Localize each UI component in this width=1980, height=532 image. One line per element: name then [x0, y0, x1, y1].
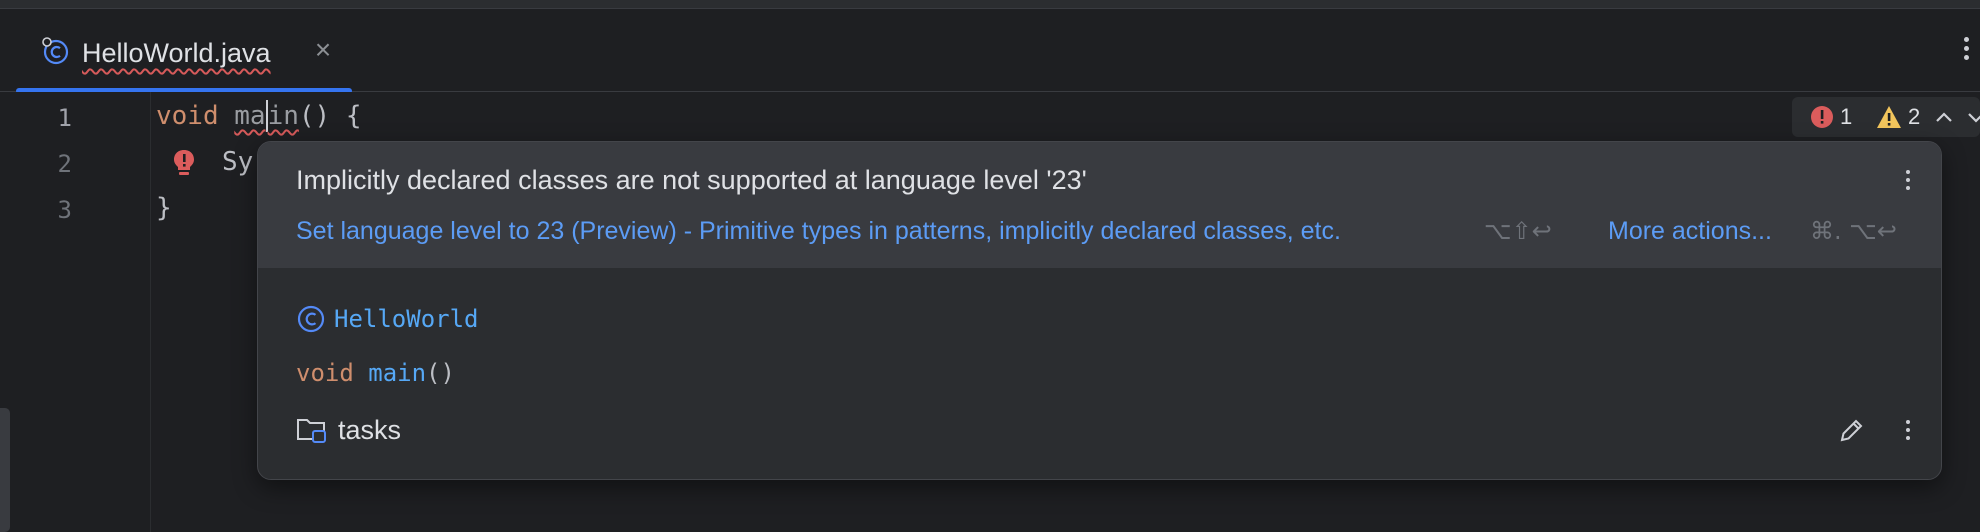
- popup-header: Implicitly declared classes are not supp…: [258, 142, 1941, 268]
- error-tooltip-popup: Implicitly declared classes are not supp…: [257, 141, 1942, 480]
- close-icon[interactable]: ×: [308, 33, 338, 67]
- method-name: main: [368, 359, 427, 387]
- tab-helloworld-java[interactable]: HelloWorld.java ×: [16, 9, 352, 94]
- code-line-3[interactable]: }: [156, 192, 172, 224]
- method-name: main: [234, 100, 299, 132]
- line-number: 3: [57, 196, 72, 224]
- line-number: 2: [57, 150, 72, 178]
- method-keyword: void: [296, 359, 354, 387]
- error-icon: [1811, 106, 1833, 128]
- next-highlight-icon[interactable]: [1964, 101, 1980, 133]
- error-message: Implicitly declared classes are not supp…: [296, 165, 1087, 195]
- edit-pencil-icon[interactable]: [1836, 416, 1866, 446]
- quick-fix-shortcut: ⌥⇧↩: [1484, 217, 1552, 245]
- code-line-2[interactable]: Sy: [222, 146, 253, 178]
- error-count[interactable]: 1: [1810, 101, 1852, 133]
- line-number: 1: [57, 104, 72, 132]
- error-bulb-icon[interactable]: [172, 148, 196, 178]
- popup-options-icon[interactable]: [1898, 166, 1918, 196]
- title-strip: [0, 0, 1980, 9]
- module-name: tasks: [338, 414, 402, 445]
- code-text: () {: [298, 101, 362, 131]
- warning-count-label: 2: [1908, 104, 1921, 129]
- scrollbar-thumb[interactable]: [0, 408, 10, 532]
- ide-window: HelloWorld.java × 1 2 3 void main() { Sy…: [0, 0, 1980, 532]
- tab-options-icon[interactable]: [1956, 33, 1976, 67]
- method-parens: (): [426, 359, 455, 387]
- method-signature[interactable]: void main(): [296, 356, 455, 390]
- warning-count[interactable]: 2: [1876, 101, 1920, 133]
- gutter: 1 2 3: [0, 92, 151, 532]
- inspection-widget[interactable]: 1 2: [1792, 97, 1980, 137]
- error-count-label: 1: [1840, 104, 1853, 129]
- editor-tab-bar: HelloWorld.java ×: [0, 9, 1980, 94]
- more-actions-link[interactable]: More actions...: [1608, 214, 1772, 248]
- more-actions-shortcut: ⌘. ⌥↩: [1810, 217, 1898, 245]
- module-options-icon[interactable]: [1898, 416, 1918, 446]
- warning-icon: [1877, 106, 1901, 128]
- class-icon: [297, 305, 325, 333]
- class-reference[interactable]: HelloWorld: [296, 302, 479, 336]
- quick-fix-link[interactable]: Set language level to 23 (Preview) - Pri…: [296, 214, 1341, 248]
- module-folder-icon: [297, 419, 326, 443]
- java-class-icon: [42, 37, 69, 65]
- class-name: HelloWorld: [334, 305, 479, 333]
- previous-highlight-icon[interactable]: [1932, 101, 1956, 133]
- module-reference[interactable]: tasks: [296, 412, 401, 448]
- keyword: void: [156, 101, 219, 131]
- tab-label: HelloWorld.java: [82, 38, 271, 68]
- code-line-1[interactable]: void main() {: [156, 100, 362, 132]
